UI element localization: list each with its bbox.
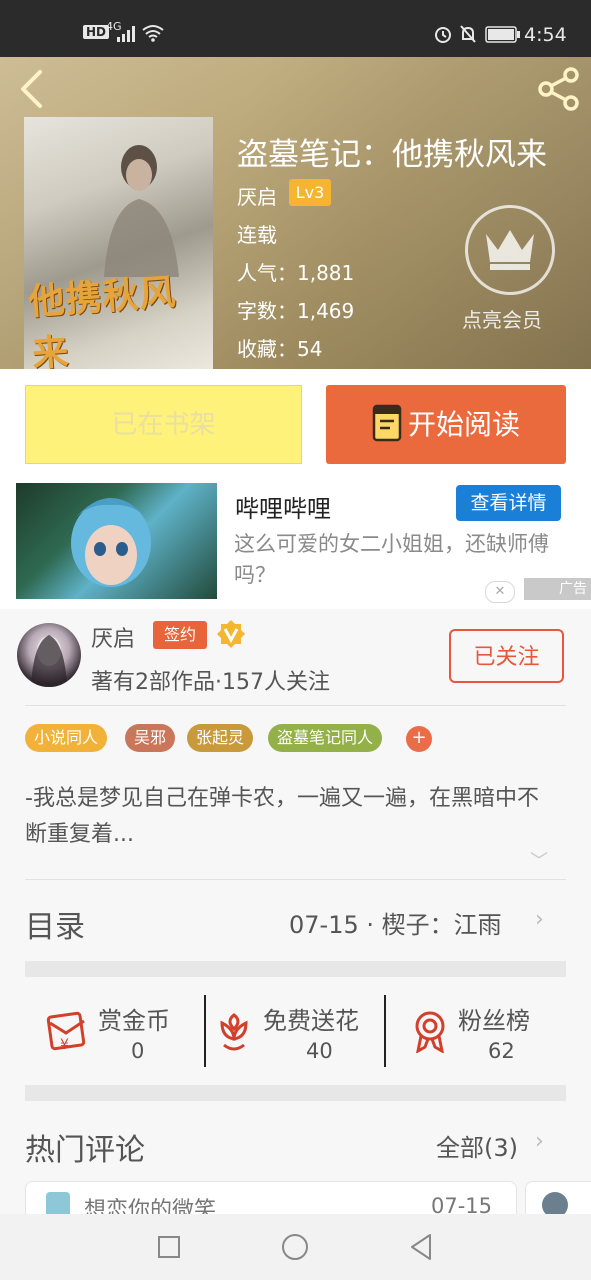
ad-tag: 广告	[524, 578, 591, 600]
signal-icon	[117, 26, 135, 42]
tag-1[interactable]: 吴邪	[125, 724, 176, 752]
favorites-label: 收藏：	[237, 337, 297, 361]
add-tag-button[interactable]: +	[406, 726, 432, 752]
wifi-icon	[142, 25, 164, 42]
chevron-right-icon[interactable]: ›	[535, 907, 544, 932]
all-comments-link[interactable]: 全部(3)	[436, 1128, 518, 1163]
popularity-value: 1,881	[297, 261, 355, 285]
start-reading-button[interactable]: 开始阅读	[326, 385, 566, 464]
divider	[204, 995, 206, 1067]
toc-title[interactable]: 目录	[25, 902, 85, 946]
section-separator	[25, 1085, 566, 1101]
ad-title[interactable]: 哔哩哔哩	[235, 489, 331, 524]
cover-title-art: 他携秋风来	[27, 271, 178, 369]
ad-banner[interactable]: 哔哩哔哩 查看详情 这么可爱的女二小姐姐，还缺师傅吗？ ✕ 广告	[0, 481, 591, 609]
favorites-value: 54	[297, 337, 323, 361]
verified-icon	[217, 620, 245, 648]
author-name[interactable]: 厌启	[91, 621, 135, 653]
tag-0[interactable]: 小说同人	[25, 724, 108, 752]
chevron-right-icon[interactable]: ›	[535, 1129, 544, 1154]
crown-icon	[486, 230, 534, 270]
level-badge: Lv3	[289, 179, 331, 206]
alarm-icon	[435, 27, 451, 43]
stat-coins-value: 0	[131, 1039, 145, 1063]
divider	[384, 995, 386, 1067]
book-title: 盗墓笔记：他携秋风来	[237, 137, 547, 173]
divider	[25, 705, 566, 706]
mute-bell-icon	[460, 25, 476, 43]
stat-fans-label[interactable]: 粉丝榜	[458, 1001, 530, 1036]
tag-3[interactable]: 盗墓笔记同人	[268, 724, 383, 752]
expand-icon[interactable]: ﹀	[530, 847, 548, 873]
ad-tag-label: 广告	[559, 581, 587, 597]
back-icon[interactable]	[16, 69, 46, 109]
envelope-yen-icon[interactable]: ¥	[46, 1009, 90, 1053]
home-icon[interactable]	[281, 1233, 309, 1261]
vip-label[interactable]: 点亮会员	[462, 304, 542, 333]
signed-badge: 签约	[153, 621, 207, 649]
svg-text:¥: ¥	[60, 1037, 69, 1053]
tag-2[interactable]: 张起灵	[187, 724, 254, 752]
section-separator	[25, 961, 566, 977]
back-nav-icon[interactable]	[408, 1233, 434, 1261]
cover-figure	[104, 145, 179, 277]
share-icon[interactable]	[537, 66, 583, 112]
popularity-row: 人气：1,881	[237, 257, 354, 286]
battery-icon	[485, 26, 520, 43]
words-label: 字数：	[237, 299, 297, 323]
stat-flowers-value: 40	[306, 1039, 333, 1063]
divider	[25, 879, 566, 880]
avatar[interactable]	[17, 623, 81, 687]
medal-icon[interactable]	[410, 1009, 450, 1053]
stat-flowers-label[interactable]: 免费送花	[263, 1001, 359, 1036]
hot-comments-title: 热门评论	[25, 1133, 145, 1168]
stat-coins-label[interactable]: 赏金币	[98, 1001, 170, 1036]
flower-icon[interactable]	[214, 1011, 254, 1053]
start-reading-label: 开始阅读	[407, 408, 520, 441]
book-author[interactable]: 厌启	[237, 181, 277, 210]
book-intro[interactable]: -我总是梦见自己在弹卡农，一遍又一遍，在黑暗中不断重复着...	[25, 781, 555, 853]
vip-button[interactable]	[465, 205, 555, 295]
book-status: 连载	[237, 223, 277, 247]
follow-button[interactable]: 已关注	[449, 629, 564, 683]
author-subtitle: 著有2部作品·157人关注	[91, 670, 330, 695]
clock: 4:54	[524, 24, 567, 46]
favorites-row: 收藏：54	[237, 333, 322, 362]
ad-character-art	[71, 498, 151, 587]
book-cover[interactable]: 他携秋风来	[24, 117, 213, 369]
status-bar: HD 4G 4:54	[0, 0, 591, 57]
bookshelf-button[interactable]: 已在书架	[25, 385, 302, 464]
book-icon	[372, 404, 402, 442]
ad-detail-button[interactable]: 查看详情	[456, 485, 561, 521]
words-value: 1,469	[297, 299, 355, 323]
recent-apps-icon[interactable]	[157, 1235, 181, 1259]
words-row: 字数：1,469	[237, 295, 354, 324]
book-header: 他携秋风来 盗墓笔记：他携秋风来 厌启 Lv3 连载 人气：1,881 字数：1…	[0, 57, 591, 369]
ad-description[interactable]: 这么可爱的女二小姐姐，还缺师傅吗？	[234, 529, 564, 591]
stat-fans-value: 62	[488, 1039, 515, 1063]
avatar-art	[31, 635, 67, 687]
popularity-label: 人气：	[237, 261, 297, 285]
ad-close-button[interactable]: ✕	[485, 581, 515, 603]
ad-image[interactable]	[16, 483, 217, 599]
system-nav-bar	[0, 1214, 591, 1280]
toc-latest-chapter[interactable]: 07-15 · 楔子：江雨	[289, 905, 502, 940]
book-details: 厌启 签约 著有2部作品·157人关注 已关注 小说同人 吴邪 张起灵 盗墓笔记…	[0, 609, 591, 1243]
action-bar: 已在书架 开始阅读	[0, 369, 591, 481]
